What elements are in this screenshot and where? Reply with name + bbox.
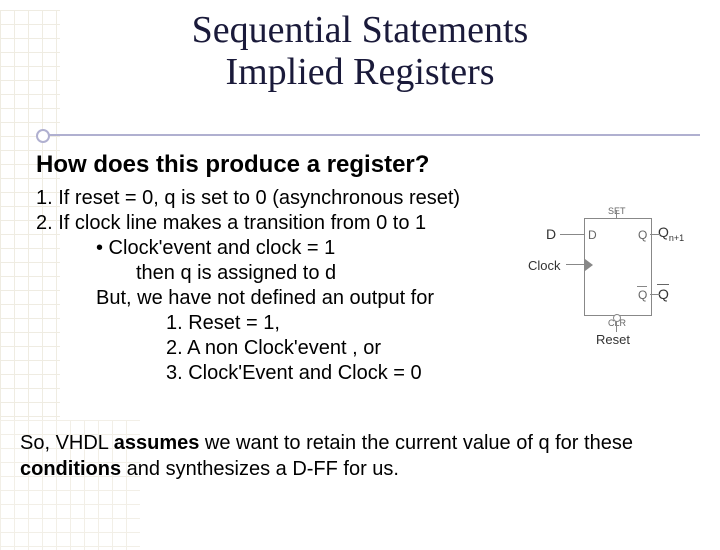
q-wire xyxy=(650,234,660,235)
qbar-out-overline xyxy=(657,284,669,285)
footer-text: So, VHDL assumes we want to retain the c… xyxy=(20,430,690,482)
d-port-label: D xyxy=(588,228,597,242)
reset-label: Reset xyxy=(596,332,630,347)
qbar-overline xyxy=(637,286,647,287)
qbar-port-label: Q xyxy=(638,288,647,302)
qbar-wire xyxy=(650,294,660,295)
list-item-1: 1. If reset = 0, q is set to 0 (asynchro… xyxy=(36,186,700,211)
q-subscript: n+1 xyxy=(669,233,684,243)
clock-triangle-icon xyxy=(585,259,593,271)
divider-line xyxy=(40,134,700,136)
clock-wire xyxy=(566,264,584,265)
d-signal-label: D xyxy=(546,226,556,242)
clock-label: Clock xyxy=(528,258,561,273)
slide-title: Sequential Statements Implied Registers xyxy=(0,10,720,94)
d-wire xyxy=(560,234,584,235)
title-line2: Implied Registers xyxy=(225,51,494,93)
section-heading: How does this produce a register? xyxy=(36,150,700,180)
set-wire xyxy=(616,210,617,218)
footer-pre: So, VHDL xyxy=(20,432,114,454)
q-out-label: Qn+1 xyxy=(658,224,684,243)
sub-item-3: 3. Clock'Event and Clock = 0 xyxy=(36,361,700,386)
footer-bold2: conditions xyxy=(20,458,121,480)
divider-dot xyxy=(36,129,50,143)
title-line1: Sequential Statements xyxy=(192,9,529,51)
q-top-label: Q xyxy=(638,228,647,242)
footer-mid: we want to retain the current value of q… xyxy=(199,432,633,454)
footer-post: and synthesizes a D-FF for us. xyxy=(121,458,399,480)
clr-bubble-icon xyxy=(613,314,621,322)
footer-bold1: assumes xyxy=(114,432,200,454)
q-out-text: Q xyxy=(658,224,669,240)
